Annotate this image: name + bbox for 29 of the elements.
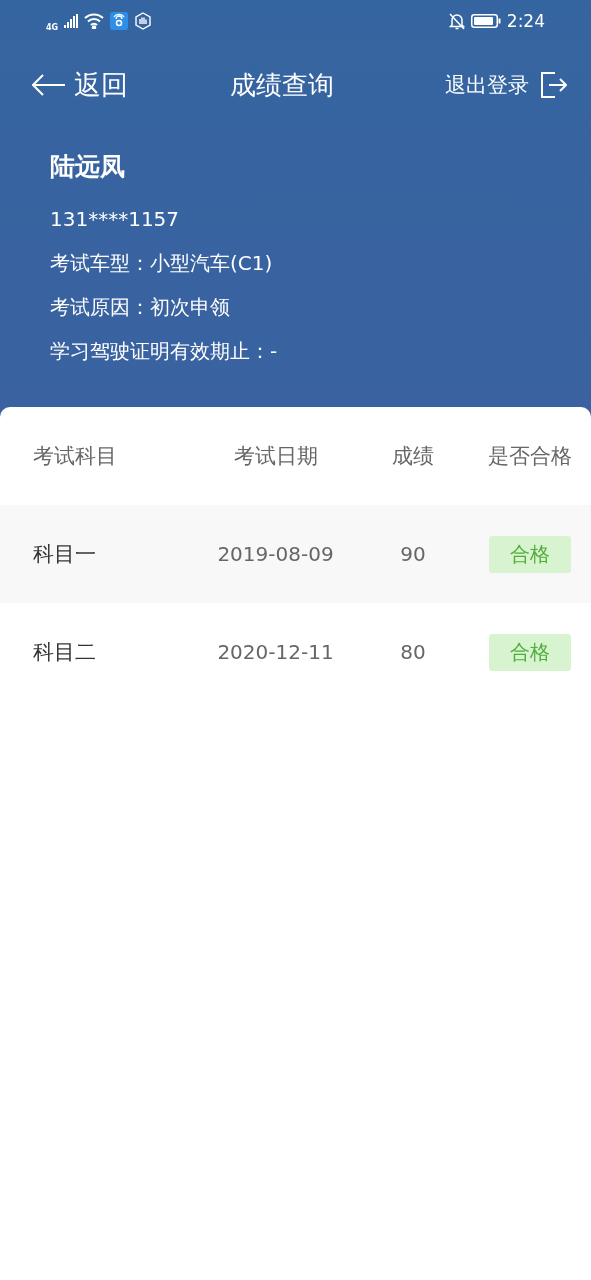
date-cell: 2019-08-09 [217, 542, 334, 566]
network-label: 4G [46, 22, 59, 32]
result-tag: 合格 [488, 535, 571, 573]
wifi-icon [84, 13, 105, 29]
subject-cell-text: 科目二 [33, 639, 96, 666]
page-title: 成绩查询 [228, 68, 335, 102]
back-button[interactable]: 返回 [32, 67, 128, 103]
phone-number: 131****1157 [50, 206, 181, 233]
score-cell: 80 [400, 640, 426, 664]
column-header: 考试科目 [33, 443, 117, 470]
result-tag: 合格 [488, 633, 571, 671]
bell-muted-icon [448, 12, 465, 30]
signal-icon [64, 14, 79, 28]
battery-icon [470, 14, 501, 28]
score-cell: 90 [400, 542, 426, 566]
info-line: 考试原因：初次申领 [50, 294, 231, 321]
logout-icon [541, 72, 567, 98]
date-cell: 2020-12-11 [217, 640, 334, 664]
hotspot-app-icon [110, 12, 129, 30]
logout-button[interactable]: 退出登录 [445, 71, 567, 99]
info-line: 学习驾驶证明有效期止：- [50, 338, 279, 365]
user-name: 陆远凤 [50, 151, 126, 183]
back-arrow-icon [32, 74, 66, 96]
column-header: 是否合格 [487, 443, 572, 470]
column-header: 考试日期 [233, 443, 318, 470]
clock-time: 2:24 [506, 11, 545, 31]
info-line: 考试车型：小型汽车(C1) [50, 250, 274, 277]
subject-cell-text: 科目一 [33, 541, 96, 568]
column-header: 成绩 [392, 443, 434, 470]
